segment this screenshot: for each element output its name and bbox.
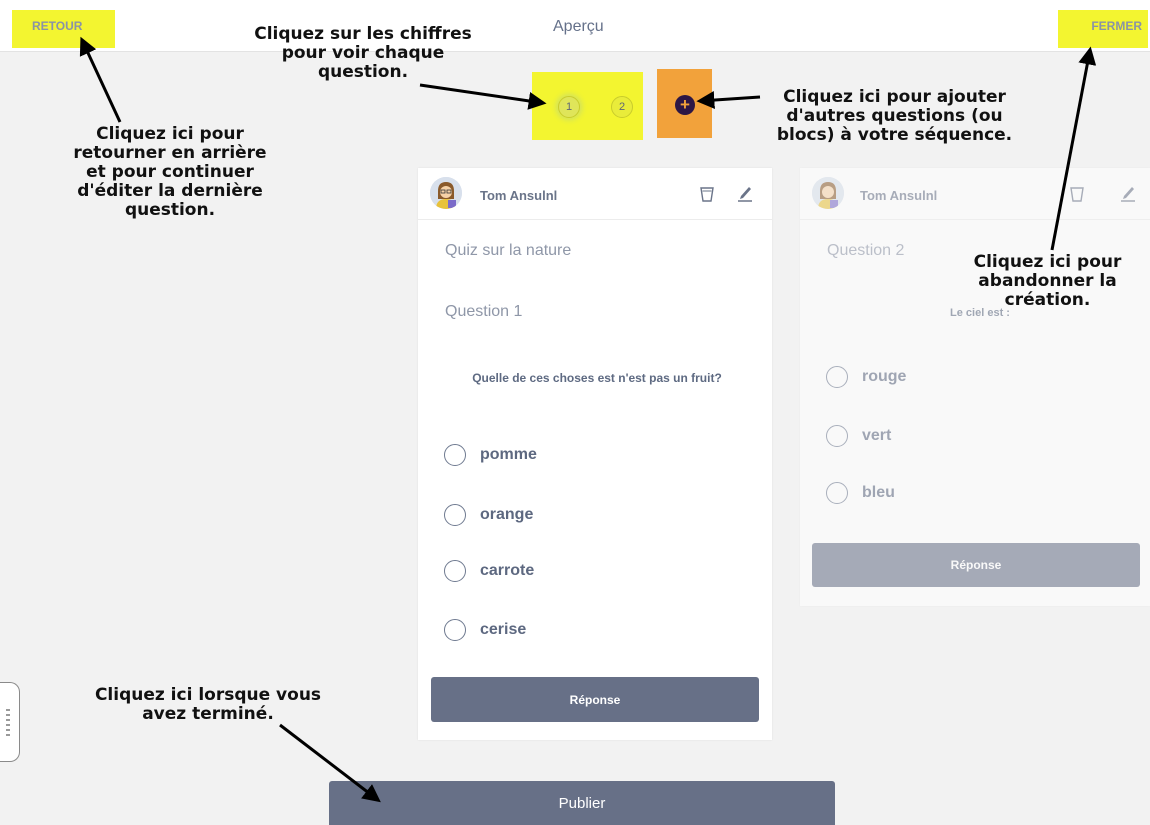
option-label: bleu [862, 484, 895, 501]
option-orange[interactable]: orange [444, 503, 533, 527]
plus-icon: + [675, 95, 695, 115]
publish-button[interactable]: Publier [329, 781, 835, 825]
avatar-icon [812, 177, 844, 209]
option-vert[interactable]: vert [826, 424, 891, 448]
answer-button[interactable]: Réponse [431, 677, 759, 722]
radio-icon[interactable] [444, 444, 466, 466]
quiz-title: Quiz sur la nature [445, 242, 572, 259]
arrow-icon [79, 36, 122, 123]
top-bar: RETOUR Aperçu FERMER [0, 0, 1150, 52]
radio-icon[interactable] [826, 482, 848, 504]
option-pomme[interactable]: pomme [444, 443, 537, 467]
card-header: Tom Ansulnl [418, 168, 772, 220]
author-name: Tom Ansulnl [480, 188, 558, 203]
radio-icon[interactable] [444, 504, 466, 526]
close-button[interactable]: FERMER [1058, 10, 1148, 48]
annotation-close: Cliquez ici pour abandonner la création. [973, 252, 1122, 310]
radio-icon[interactable] [444, 560, 466, 582]
question-text: Quelle de ces choses est n'est pas un fr… [472, 371, 722, 385]
add-question-button[interactable]: + [657, 69, 712, 138]
option-label: orange [480, 506, 534, 523]
avatar [430, 177, 462, 209]
option-bleu[interactable]: bleu [826, 481, 895, 505]
option-carrote[interactable]: carrote [444, 559, 534, 583]
annotation-numbers: Cliquez sur les chiffres pour voir chaqu… [254, 24, 472, 82]
side-drawer-handle[interactable] [0, 682, 20, 762]
avatar-icon [430, 177, 462, 209]
option-label: cerise [480, 621, 527, 638]
arrow-icon [419, 83, 547, 110]
answer-button[interactable]: Réponse [812, 543, 1140, 587]
page-1-button[interactable]: 1 [558, 96, 580, 118]
page-title: Aperçu [553, 18, 604, 35]
page-2-button[interactable]: 2 [611, 96, 633, 118]
question-card-1: Tom Ansulnl Quiz sur la nature Question … [418, 168, 772, 740]
annotation-back: Cliquez ici pour retourner en arrière et… [73, 124, 267, 220]
pencil-icon[interactable] [1120, 184, 1136, 202]
annotation-add: Cliquez ici pour ajouter d'autres questi… [776, 87, 1013, 145]
author-name: Tom Ansulnl [860, 188, 938, 203]
option-rouge[interactable]: rouge [826, 365, 906, 389]
question-card-2: Tom Ansulnl Question 2 Le ciel est : rou… [800, 168, 1150, 606]
pencil-icon[interactable] [737, 184, 753, 202]
radio-icon[interactable] [826, 366, 848, 388]
trash-icon[interactable] [1070, 186, 1084, 202]
option-label: carrote [480, 562, 535, 579]
option-cerise[interactable]: cerise [444, 618, 526, 642]
radio-icon[interactable] [444, 619, 466, 641]
option-label: rouge [862, 368, 907, 385]
option-label: pomme [480, 446, 537, 463]
annotation-publish: Cliquez ici lorsque vous avez terminé. [94, 685, 322, 724]
question-pager: 1 2 [532, 72, 643, 140]
card-header: Tom Ansulnl [800, 168, 1150, 220]
question-label: Question 1 [445, 303, 523, 320]
grip-icon [6, 709, 10, 739]
radio-icon[interactable] [826, 425, 848, 447]
option-label: vert [862, 427, 892, 444]
trash-icon[interactable] [700, 186, 714, 202]
avatar [812, 177, 844, 209]
question-label: Question 2 [827, 242, 905, 259]
back-button[interactable]: RETOUR [12, 10, 115, 48]
